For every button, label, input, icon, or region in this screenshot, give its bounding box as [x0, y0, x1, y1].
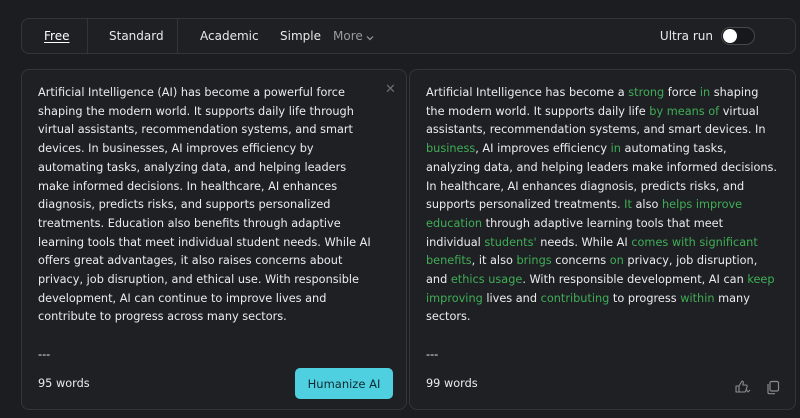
output-word-count: 99 words — [426, 377, 478, 390]
unchanged-text: , AI improves efficiency — [475, 142, 611, 156]
changed-phrase: It — [624, 198, 632, 212]
tab-free[interactable]: Free — [44, 19, 69, 53]
chevron-down-icon — [366, 20, 374, 54]
output-text-area: Artificial Intelligence has become a str… — [426, 84, 778, 365]
changed-phrase: contributing — [540, 291, 610, 305]
input-panel: Artificial Intelligence (AI) has become … — [21, 69, 407, 410]
tab-academic[interactable]: Academic — [200, 19, 259, 53]
unchanged-text: lives and — [482, 291, 541, 305]
changed-phrase: strong — [628, 86, 665, 99]
tab-divider — [177, 19, 178, 53]
output-paragraph: Artificial Intelligence has become a str… — [426, 84, 778, 327]
changed-phrase: brings — [516, 254, 552, 268]
changed-phrase: by means of — [649, 104, 720, 118]
mode-toolbar: Free Standard Academic Simple More Ultra… — [21, 18, 796, 54]
changed-phrase: students' — [484, 235, 537, 249]
unchanged-text: also — [631, 198, 662, 212]
humanize-ai-button[interactable]: Humanize AI — [295, 368, 393, 399]
tab-more[interactable]: More — [333, 19, 374, 53]
close-icon[interactable]: ✕ — [385, 83, 396, 96]
toggle-knob — [723, 29, 737, 43]
unchanged-text: force — [664, 86, 700, 99]
unchanged-text: needs. While AI — [536, 235, 632, 249]
changed-phrase: ethics usage — [450, 273, 523, 287]
output-panel: Artificial Intelligence has become a str… — [409, 69, 796, 410]
tab-simple[interactable]: Simple — [280, 19, 321, 53]
changed-phrase: in — [610, 142, 621, 156]
changed-phrase: on — [609, 254, 624, 268]
tab-divider — [87, 19, 88, 53]
tab-standard[interactable]: Standard — [109, 19, 164, 53]
changed-phrase: within — [680, 291, 715, 305]
unchanged-text: concerns — [551, 254, 610, 268]
unchanged-text: . With responsible development, AI can — [522, 273, 748, 287]
input-separator: --- — [38, 347, 51, 361]
ultra-run-label: Ultra run — [659, 29, 713, 43]
unchanged-text: to progress — [609, 291, 681, 305]
unchanged-text: Artificial Intelligence has become a — [426, 86, 629, 99]
changed-phrase: business — [426, 142, 476, 156]
ultra-run-toggle[interactable] — [721, 27, 755, 45]
input-paragraph: Artificial Intelligence (AI) has become … — [38, 86, 371, 324]
input-word-count: 95 words — [38, 377, 90, 390]
output-separator: --- — [426, 347, 439, 361]
unchanged-text: , it also — [471, 254, 517, 268]
thumbs-feedback-icon[interactable] — [734, 379, 752, 399]
tab-more-label: More — [333, 29, 363, 43]
copy-icon[interactable] — [765, 379, 781, 399]
changed-phrase: in — [699, 86, 711, 99]
input-text-area[interactable]: Artificial Intelligence (AI) has become … — [38, 84, 378, 365]
